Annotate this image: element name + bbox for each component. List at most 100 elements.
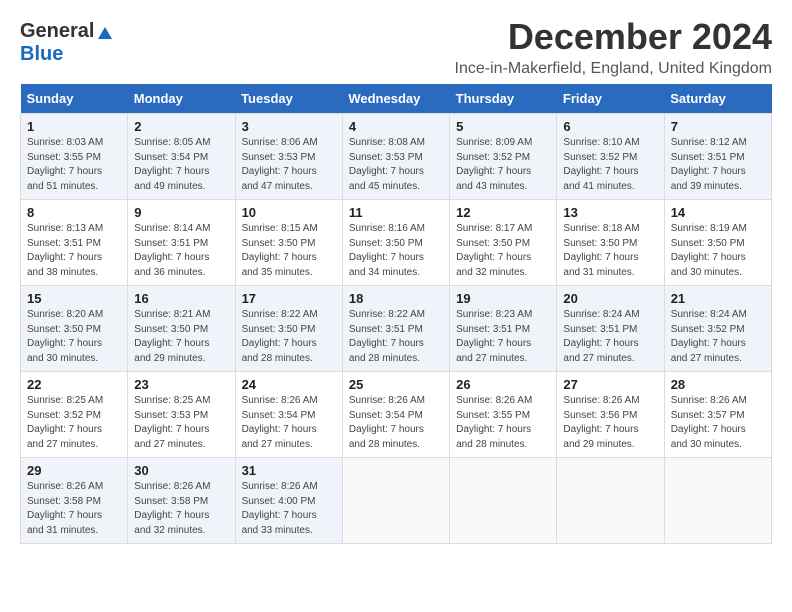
day-info: Sunrise: 8:23 AMSunset: 3:51 PMDaylight:… [456,308,550,366]
logo: General Blue [20,20,114,66]
calendar-table: SundayMondayTuesdayWednesdayThursdayFrid… [20,84,772,544]
day-info: Sunrise: 8:18 AMSunset: 3:50 PMDaylight:… [563,222,657,280]
day-header-saturday: Saturday [664,84,771,114]
day-number: 7 [671,119,765,134]
day-info: Sunrise: 8:03 AMSunset: 3:55 PMDaylight:… [27,136,121,194]
day-info: Sunrise: 8:17 AMSunset: 3:50 PMDaylight:… [456,222,550,280]
day-info: Sunrise: 8:14 AMSunset: 3:51 PMDaylight:… [134,222,228,280]
calendar-cell: 12 Sunrise: 8:17 AMSunset: 3:50 PMDaylig… [450,200,557,286]
day-header-wednesday: Wednesday [342,84,449,114]
day-number: 22 [27,377,121,392]
day-number: 15 [27,291,121,306]
day-number: 9 [134,205,228,220]
day-info: Sunrise: 8:26 AMSunset: 3:57 PMDaylight:… [671,394,765,452]
day-number: 25 [349,377,443,392]
calendar-cell: 7 Sunrise: 8:12 AMSunset: 3:51 PMDayligh… [664,114,771,200]
day-number: 31 [242,463,336,478]
location: Ince-in-Makerfield, England, United King… [455,60,773,78]
calendar-cell: 29 Sunrise: 8:26 AMSunset: 3:58 PMDaylig… [21,458,128,544]
day-info: Sunrise: 8:12 AMSunset: 3:51 PMDaylight:… [671,136,765,194]
calendar-cell: 21 Sunrise: 8:24 AMSunset: 3:52 PMDaylig… [664,286,771,372]
calendar-cell: 19 Sunrise: 8:23 AMSunset: 3:51 PMDaylig… [450,286,557,372]
day-number: 17 [242,291,336,306]
day-number: 24 [242,377,336,392]
calendar-cell: 28 Sunrise: 8:26 AMSunset: 3:57 PMDaylig… [664,372,771,458]
day-number: 19 [456,291,550,306]
day-info: Sunrise: 8:26 AMSunset: 3:58 PMDaylight:… [27,480,121,538]
day-number: 28 [671,377,765,392]
day-number: 14 [671,205,765,220]
calendar-cell: 17 Sunrise: 8:22 AMSunset: 3:50 PMDaylig… [235,286,342,372]
day-info: Sunrise: 8:19 AMSunset: 3:50 PMDaylight:… [671,222,765,280]
day-info: Sunrise: 8:21 AMSunset: 3:50 PMDaylight:… [134,308,228,366]
day-info: Sunrise: 8:26 AMSunset: 3:55 PMDaylight:… [456,394,550,452]
calendar-cell: 23 Sunrise: 8:25 AMSunset: 3:53 PMDaylig… [128,372,235,458]
calendar-cell: 10 Sunrise: 8:15 AMSunset: 3:50 PMDaylig… [235,200,342,286]
day-info: Sunrise: 8:15 AMSunset: 3:50 PMDaylight:… [242,222,336,280]
week-row-4: 22 Sunrise: 8:25 AMSunset: 3:52 PMDaylig… [21,372,772,458]
week-row-5: 29 Sunrise: 8:26 AMSunset: 3:58 PMDaylig… [21,458,772,544]
day-number: 30 [134,463,228,478]
calendar-cell: 1 Sunrise: 8:03 AMSunset: 3:55 PMDayligh… [21,114,128,200]
header: General Blue December 2024 Ince-in-Maker… [20,16,772,78]
day-number: 18 [349,291,443,306]
day-header-monday: Monday [128,84,235,114]
week-row-2: 8 Sunrise: 8:13 AMSunset: 3:51 PMDayligh… [21,200,772,286]
day-info: Sunrise: 8:16 AMSunset: 3:50 PMDaylight:… [349,222,443,280]
calendar-cell: 20 Sunrise: 8:24 AMSunset: 3:51 PMDaylig… [557,286,664,372]
day-info: Sunrise: 8:10 AMSunset: 3:52 PMDaylight:… [563,136,657,194]
week-row-1: 1 Sunrise: 8:03 AMSunset: 3:55 PMDayligh… [21,114,772,200]
day-number: 29 [27,463,121,478]
calendar-cell: 5 Sunrise: 8:09 AMSunset: 3:52 PMDayligh… [450,114,557,200]
calendar-cell: 16 Sunrise: 8:21 AMSunset: 3:50 PMDaylig… [128,286,235,372]
calendar-cell: 31 Sunrise: 8:26 AMSunset: 4:00 PMDaylig… [235,458,342,544]
day-header-friday: Friday [557,84,664,114]
calendar-cell: 8 Sunrise: 8:13 AMSunset: 3:51 PMDayligh… [21,200,128,286]
day-number: 23 [134,377,228,392]
day-info: Sunrise: 8:20 AMSunset: 3:50 PMDaylight:… [27,308,121,366]
day-info: Sunrise: 8:26 AMSunset: 3:54 PMDaylight:… [349,394,443,452]
day-info: Sunrise: 8:13 AMSunset: 3:51 PMDaylight:… [27,222,121,280]
day-number: 16 [134,291,228,306]
calendar-cell: 14 Sunrise: 8:19 AMSunset: 3:50 PMDaylig… [664,200,771,286]
day-info: Sunrise: 8:25 AMSunset: 3:53 PMDaylight:… [134,394,228,452]
day-number: 11 [349,205,443,220]
day-number: 1 [27,119,121,134]
day-number: 6 [563,119,657,134]
title-area: December 2024 Ince-in-Makerfield, Englan… [455,16,773,78]
day-info: Sunrise: 8:26 AMSunset: 3:58 PMDaylight:… [134,480,228,538]
day-header-sunday: Sunday [21,84,128,114]
day-number: 3 [242,119,336,134]
day-info: Sunrise: 8:26 AMSunset: 3:56 PMDaylight:… [563,394,657,452]
month-title: December 2024 [455,16,773,58]
calendar-cell [557,458,664,544]
logo-triangle-icon [96,23,114,41]
day-info: Sunrise: 8:26 AMSunset: 4:00 PMDaylight:… [242,480,336,538]
day-info: Sunrise: 8:24 AMSunset: 3:51 PMDaylight:… [563,308,657,366]
day-info: Sunrise: 8:22 AMSunset: 3:50 PMDaylight:… [242,308,336,366]
day-header-thursday: Thursday [450,84,557,114]
calendar-cell [450,458,557,544]
day-header-row: SundayMondayTuesdayWednesdayThursdayFrid… [21,84,772,114]
day-number: 26 [456,377,550,392]
calendar-cell [342,458,449,544]
day-number: 5 [456,119,550,134]
day-info: Sunrise: 8:26 AMSunset: 3:54 PMDaylight:… [242,394,336,452]
day-number: 13 [563,205,657,220]
calendar-cell: 11 Sunrise: 8:16 AMSunset: 3:50 PMDaylig… [342,200,449,286]
day-number: 20 [563,291,657,306]
day-info: Sunrise: 8:22 AMSunset: 3:51 PMDaylight:… [349,308,443,366]
day-number: 10 [242,205,336,220]
day-header-tuesday: Tuesday [235,84,342,114]
calendar-cell: 4 Sunrise: 8:08 AMSunset: 3:53 PMDayligh… [342,114,449,200]
day-number: 2 [134,119,228,134]
calendar-cell: 26 Sunrise: 8:26 AMSunset: 3:55 PMDaylig… [450,372,557,458]
day-number: 21 [671,291,765,306]
day-info: Sunrise: 8:06 AMSunset: 3:53 PMDaylight:… [242,136,336,194]
day-number: 4 [349,119,443,134]
calendar-cell: 2 Sunrise: 8:05 AMSunset: 3:54 PMDayligh… [128,114,235,200]
week-row-3: 15 Sunrise: 8:20 AMSunset: 3:50 PMDaylig… [21,286,772,372]
calendar-cell: 3 Sunrise: 8:06 AMSunset: 3:53 PMDayligh… [235,114,342,200]
calendar-cell: 25 Sunrise: 8:26 AMSunset: 3:54 PMDaylig… [342,372,449,458]
logo-general: General [20,20,94,43]
